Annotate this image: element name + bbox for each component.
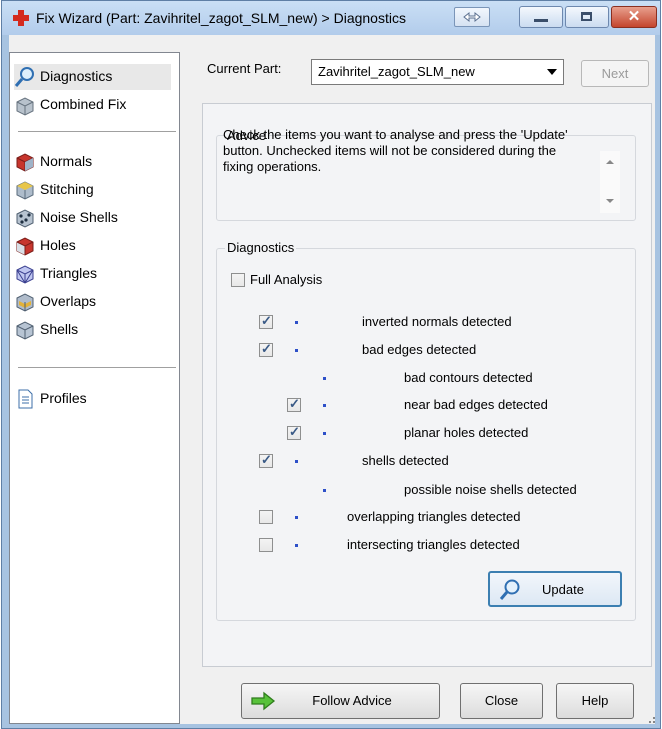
shells-checkbox[interactable]: ✓ — [259, 452, 273, 468]
diagnostics-title: Diagnostics — [225, 240, 297, 255]
triangles-cube-icon — [16, 265, 34, 284]
full-analysis-label: Full Analysis — [250, 272, 323, 287]
advice-text: Check the items you want to analyse and … — [223, 127, 568, 174]
resize-grip-icon[interactable] — [646, 714, 656, 724]
sidebar-item-label: Combined Fix — [40, 96, 127, 112]
sidebar-item-overlaps[interactable]: Overlaps — [14, 289, 174, 315]
close-button[interactable]: Close — [460, 683, 543, 719]
noise-shells-icon — [16, 209, 34, 228]
maximize-icon — [581, 12, 592, 21]
check-mark-icon: ✓ — [289, 396, 300, 411]
title-bar[interactable]: Fix Wizard (Part: Zavihritel_zagot_SLM_n… — [2, 1, 660, 35]
sidebar-item-label: Noise Shells — [40, 209, 118, 225]
sidebar-item-normals[interactable]: Normals — [14, 149, 174, 175]
check-mark-icon: ✓ — [261, 452, 272, 467]
sidebar-divider — [18, 131, 176, 132]
help-button[interactable]: Help — [556, 683, 634, 719]
scroll-down-icon[interactable] — [606, 199, 614, 203]
sidebar-item-label: Normals — [40, 153, 93, 169]
bullet-icon — [323, 489, 326, 492]
bullet-icon — [323, 432, 326, 435]
current-part-label: Current Part: — [207, 61, 282, 76]
bullet-icon — [323, 404, 326, 407]
check-mark-icon: ✓ — [289, 424, 300, 439]
diag-label: bad edges detected — [362, 342, 477, 357]
help-button-label: Help — [581, 693, 609, 708]
sidebar-item-shells[interactable]: Shells — [14, 317, 174, 343]
overlapping-triangles-checkbox[interactable] — [259, 510, 273, 524]
magnifier-icon — [499, 579, 520, 600]
sidebar-item-label: Triangles — [40, 265, 98, 281]
sidebar-item-label: Holes — [40, 237, 76, 253]
follow-advice-label: Follow Advice — [312, 693, 392, 708]
check-mark-icon: ✓ — [261, 341, 272, 356]
diag-label: bad contours detected — [404, 370, 533, 385]
diag-label: planar holes detected — [404, 425, 529, 440]
diag-label: inverted normals detected — [362, 314, 512, 329]
update-button-label: Update — [542, 582, 584, 597]
sidebar-item-label: Diagnostics — [40, 68, 113, 84]
follow-advice-button[interactable]: Follow Advice — [241, 683, 440, 719]
sidebar-item-label: Profiles — [40, 390, 87, 406]
close-button-label: Close — [484, 693, 519, 708]
advice-scrollbar[interactable] — [600, 151, 620, 213]
bullet-icon — [295, 321, 298, 324]
bullet-icon — [295, 516, 298, 519]
bullet-icon — [323, 377, 326, 380]
sidebar-item-holes[interactable]: Holes — [14, 233, 174, 259]
bullet-icon — [295, 349, 298, 352]
holes-cube-icon — [16, 237, 34, 256]
sidebar-item-label: Overlaps — [40, 293, 97, 309]
inverted-normals-checkbox[interactable]: ✓ — [259, 313, 273, 329]
diag-label: intersecting triangles detected — [347, 537, 520, 552]
close-icon: ✕ — [627, 8, 641, 25]
planar-holes-checkbox[interactable]: ✓ — [287, 424, 301, 440]
diag-label: overlapping triangles detected — [347, 509, 521, 524]
sidebar-item-noise-shells[interactable]: Noise Shells — [14, 205, 174, 231]
diag-label: shells detected — [362, 453, 449, 468]
expand-toggle-button[interactable] — [454, 7, 490, 27]
fix-wizard-window: Fix Wizard (Part: Zavihritel_zagot_SLM_n… — [1, 0, 661, 729]
sidebar-divider — [18, 367, 176, 368]
normals-cube-icon — [16, 153, 34, 172]
sidebar-item-combined-fix[interactable]: Combined Fix — [14, 92, 174, 118]
double-arrow-icon — [463, 11, 481, 23]
bullet-icon — [295, 544, 298, 547]
red-cross-icon — [13, 10, 29, 26]
diag-label: possible noise shells detected — [404, 482, 577, 497]
wizard-step-list: Diagnostics Combined Fix Normals Stitchi… — [9, 52, 180, 724]
bad-edges-checkbox[interactable]: ✓ — [259, 341, 273, 357]
minimize-button[interactable] — [519, 6, 563, 28]
window-title: Fix Wizard (Part: Zavihritel_zagot_SLM_n… — [36, 10, 406, 26]
current-part-value: Zavihritel_zagot_SLM_new — [318, 64, 475, 79]
combined-fix-icon — [16, 97, 34, 116]
shells-cube-icon — [16, 321, 34, 340]
update-button[interactable]: Update — [488, 571, 622, 607]
magnifier-icon — [14, 67, 34, 87]
scroll-up-icon[interactable] — [606, 160, 614, 164]
sidebar-item-stitching[interactable]: Stitching — [14, 177, 174, 203]
current-part-select[interactable]: Zavihritel_zagot_SLM_new — [311, 59, 564, 85]
sidebar-item-diagnostics[interactable]: Diagnostics — [14, 64, 171, 90]
check-mark-icon: ✓ — [261, 313, 272, 328]
sidebar-item-label: Shells — [40, 321, 79, 337]
bullet-icon — [295, 460, 298, 463]
close-window-button[interactable]: ✕ — [611, 6, 657, 28]
next-button[interactable]: Next — [581, 60, 649, 87]
overlaps-cube-icon — [16, 293, 34, 312]
minimize-icon — [534, 19, 548, 22]
stitching-cube-icon — [16, 181, 34, 200]
sidebar-item-triangles[interactable]: Triangles — [14, 261, 174, 287]
sidebar-item-label: Stitching — [40, 181, 94, 197]
chevron-down-icon — [547, 69, 557, 75]
maximize-button[interactable] — [565, 6, 609, 28]
full-analysis-checkbox[interactable] — [231, 273, 245, 287]
profile-document-icon — [18, 389, 33, 409]
near-bad-edges-checkbox[interactable]: ✓ — [287, 396, 301, 412]
diag-label: near bad edges detected — [404, 397, 548, 412]
sidebar-item-profiles[interactable]: Profiles — [14, 386, 174, 412]
intersecting-triangles-checkbox[interactable] — [259, 538, 273, 552]
